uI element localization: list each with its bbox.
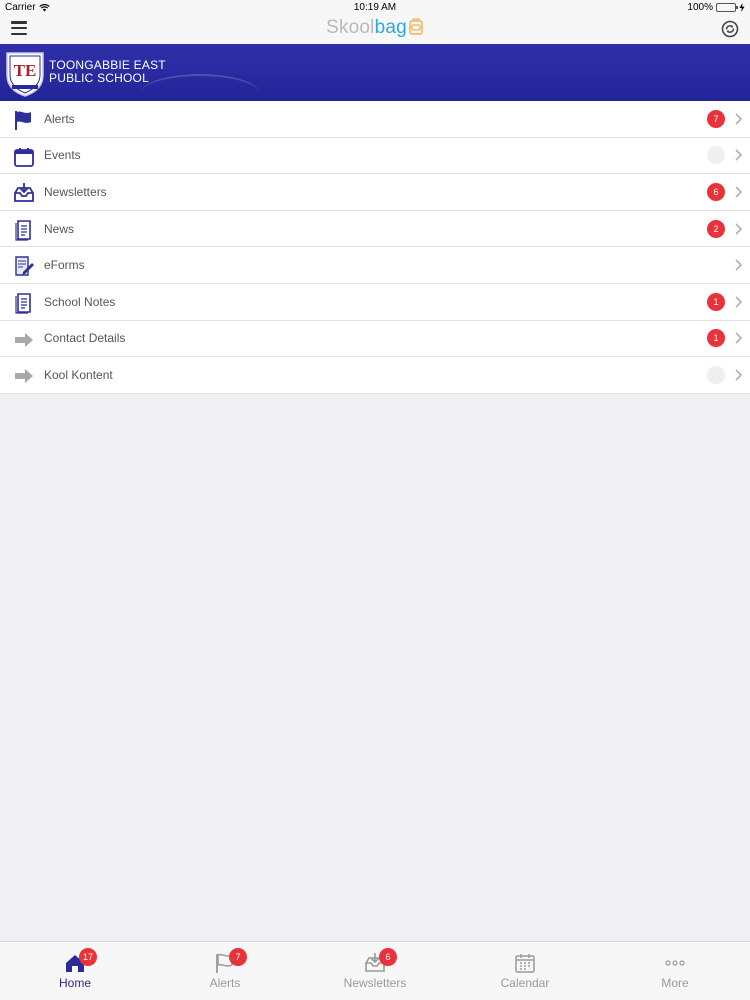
menu-item-contact-details[interactable]: Contact Details 1	[0, 321, 750, 358]
badge-count: 2	[707, 219, 725, 238]
tab-newsletters[interactable]: 6 Newsletters	[300, 942, 450, 1000]
menu-item-eforms[interactable]: eForms	[0, 247, 750, 284]
badge-count: 1	[707, 329, 725, 348]
menu-item-label: eForms	[44, 258, 85, 273]
badge-count: 7	[707, 109, 725, 128]
status-time: 10:19 AM	[353, 2, 397, 13]
chevron-right-icon	[735, 259, 743, 271]
charging-bolt-icon	[739, 3, 745, 12]
schoolbag-icon	[409, 18, 423, 35]
status-bar-right: 100%	[687, 2, 745, 13]
badge-empty	[707, 146, 725, 165]
chevron-right-icon	[735, 113, 743, 125]
school-banner: TE TOONGABBIE EAST PUBLIC SCHOOL	[0, 44, 750, 101]
menu-item-school-notes[interactable]: School Notes 1	[0, 284, 750, 321]
tab-badge: 6	[379, 948, 397, 966]
more-dots-icon	[665, 960, 685, 966]
calendar-icon	[515, 954, 535, 973]
document-icon	[15, 219, 31, 241]
logo-text-bag: bag	[374, 17, 407, 38]
menu-item-label: Alerts	[44, 111, 75, 126]
menu-item-label: School Notes	[44, 294, 116, 309]
school-crest-icon: TE	[6, 52, 44, 97]
nav-bar: Skoolbag	[0, 16, 750, 44]
status-bar: Carrier 10:19 AM 100%	[0, 0, 750, 16]
menu-item-kool-kontent[interactable]: Kool Kontent	[0, 357, 750, 394]
bottom-tab-bar: 17 Home 7 Alerts 6 Newsletters Calendar	[0, 941, 750, 1000]
document-icon	[15, 293, 31, 314]
tab-label: Newsletters	[343, 976, 407, 990]
tab-label: Alerts	[209, 976, 241, 990]
tab-label: Calendar	[500, 976, 550, 990]
chevron-right-icon	[735, 369, 743, 381]
tab-badge: 7	[229, 948, 247, 966]
school-name: TOONGABBIE EAST PUBLIC SCHOOL	[49, 59, 166, 85]
arrow-right-icon	[15, 332, 33, 347]
school-name-line2: PUBLIC SCHOOL	[49, 71, 149, 85]
menu-item-label: News	[44, 221, 75, 236]
tab-calendar[interactable]: Calendar	[450, 942, 600, 1000]
tab-label: More	[661, 976, 689, 990]
menu-item-events[interactable]: Events	[0, 138, 750, 175]
badge-empty	[707, 365, 725, 384]
badge-count: 1	[707, 292, 725, 311]
chevron-right-icon	[735, 332, 743, 344]
crest-monogram: TE	[14, 61, 37, 80]
sync-icon[interactable]	[721, 20, 739, 38]
logo-text-skool: Skool	[326, 17, 375, 38]
chevron-right-icon	[735, 296, 743, 308]
main-menu-list: Alerts 7 Events Newsletters 6 News 2 eFo…	[0, 101, 750, 394]
tab-more[interactable]: More	[600, 942, 750, 1000]
chevron-right-icon	[735, 186, 743, 198]
calendar-icon	[14, 147, 34, 167]
tab-label: Home	[58, 976, 91, 990]
menu-item-alerts[interactable]: Alerts 7	[0, 101, 750, 138]
form-pen-icon	[15, 256, 34, 277]
battery-percent: 100%	[687, 2, 713, 13]
menu-item-label: Events	[44, 148, 81, 163]
chevron-right-icon	[735, 223, 743, 235]
tab-badge: 17	[79, 948, 98, 966]
arrow-right-icon	[15, 369, 33, 384]
menu-item-label: Newsletters	[44, 184, 107, 199]
menu-item-label: Kool Kontent	[44, 367, 113, 382]
inbox-download-icon	[14, 183, 34, 203]
battery-icon	[716, 3, 738, 12]
tab-home[interactable]: 17 Home	[0, 942, 150, 1000]
menu-item-label: Contact Details	[44, 331, 126, 346]
chevron-right-icon	[735, 149, 743, 161]
badge-count: 6	[707, 182, 725, 201]
menu-item-news[interactable]: News 2	[0, 211, 750, 248]
tab-alerts[interactable]: 7 Alerts	[150, 942, 300, 1000]
app-logo: Skoolbag	[0, 17, 750, 39]
menu-item-newsletters[interactable]: Newsletters 6	[0, 174, 750, 211]
flag-icon	[15, 111, 31, 130]
